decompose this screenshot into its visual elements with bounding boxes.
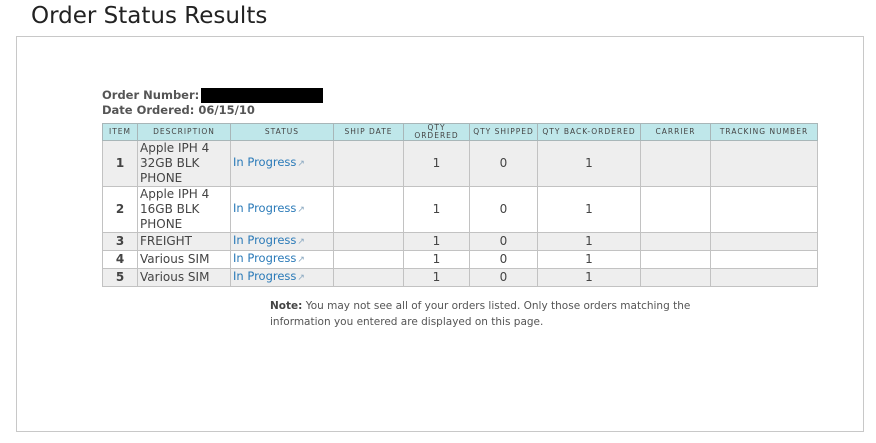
tracking-number-cell <box>710 250 818 269</box>
date-ordered-line: Date Ordered: 06/15/10 <box>102 103 323 118</box>
external-link-icon: ↗ <box>297 237 305 247</box>
description-cell: FREIGHT <box>137 232 231 251</box>
status-link-label: In Progress <box>233 233 297 247</box>
order-number-label: Order Number: <box>102 88 200 102</box>
ship-date-cell <box>333 250 404 269</box>
status-cell: In Progress↗ <box>230 232 334 251</box>
status-link-label: In Progress <box>233 155 297 169</box>
ship-date-cell <box>333 268 404 287</box>
qty-shipped-cell: 0 <box>469 232 538 251</box>
col-header-carrier: CARRIER <box>640 123 711 141</box>
status-link[interactable]: In Progress↗ <box>233 155 305 169</box>
order-meta: Order Number: Date Ordered: 06/15/10 <box>102 88 324 118</box>
external-link-icon: ↗ <box>297 255 305 265</box>
page-title: Order Status Results <box>31 3 268 29</box>
item-cell: 2 <box>102 186 138 233</box>
status-cell: In Progress↗ <box>230 268 334 287</box>
description-cell: Various SIM <box>137 268 231 287</box>
item-cell: 5 <box>102 268 138 287</box>
table-row: 3 FREIGHT In Progress↗ 1 0 1 <box>102 232 818 251</box>
item-cell: 1 <box>102 140 138 187</box>
table-row: 2 Apple IPH 4 16GB BLK PHONE In Progress… <box>102 186 818 233</box>
carrier-cell <box>640 250 711 269</box>
qty-ordered-cell: 1 <box>403 232 470 251</box>
item-cell: 4 <box>102 250 138 269</box>
table-row: 5 Various SIM In Progress↗ 1 0 1 <box>102 268 818 287</box>
ship-date-cell <box>333 140 404 187</box>
col-header-ship-date: SHIP DATE <box>333 123 404 141</box>
tracking-number-cell <box>710 140 818 187</box>
carrier-cell <box>640 268 711 287</box>
note-text: You may not see all of your orders liste… <box>270 300 691 328</box>
qty-ordered-cell: 1 <box>403 186 470 233</box>
ship-date-cell <box>333 186 404 233</box>
ship-date-cell <box>333 232 404 251</box>
external-link-icon: ↗ <box>297 273 305 283</box>
qty-shipped-cell: 0 <box>469 186 538 233</box>
carrier-cell <box>640 186 711 233</box>
description-cell: Various SIM <box>137 250 231 269</box>
results-note: Note: You may not see all of your orders… <box>270 298 710 330</box>
qty-shipped-cell: 0 <box>469 268 538 287</box>
item-cell: 3 <box>102 232 138 251</box>
date-ordered-label: Date Ordered: <box>102 103 195 117</box>
qty-ordered-cell: 1 <box>403 140 470 187</box>
order-status-table: ITEM DESCRIPTION STATUS SHIP DATE QTY OR… <box>102 123 818 287</box>
order-number-redaction <box>201 88 324 103</box>
external-link-icon: ↗ <box>297 205 305 215</box>
order-number-line: Order Number: <box>102 88 324 103</box>
col-header-tracking-number: TRACKING NUMBER <box>710 123 818 141</box>
external-link-icon: ↗ <box>297 159 305 169</box>
tracking-number-cell <box>710 186 818 233</box>
col-header-qty-shipped: QTY SHIPPED <box>469 123 538 141</box>
status-link-label: In Progress <box>233 269 297 283</box>
status-cell: In Progress↗ <box>230 250 334 269</box>
qty-ordered-cell: 1 <box>403 268 470 287</box>
qty-back-ordered-cell: 1 <box>537 250 641 269</box>
carrier-cell <box>640 140 711 187</box>
qty-back-ordered-cell: 1 <box>537 186 641 233</box>
col-header-qty-ordered: QTY ORDERED <box>403 123 470 141</box>
col-header-description: DESCRIPTION <box>137 123 231 141</box>
status-link[interactable]: In Progress↗ <box>233 251 305 265</box>
status-link-label: In Progress <box>233 201 297 215</box>
table-header-row: ITEM DESCRIPTION STATUS SHIP DATE QTY OR… <box>102 123 818 141</box>
tracking-number-cell <box>710 232 818 251</box>
col-header-item: ITEM <box>102 123 138 141</box>
status-link[interactable]: In Progress↗ <box>233 233 305 247</box>
table-row: 1 Apple IPH 4 32GB BLK PHONE In Progress… <box>102 140 818 187</box>
status-link[interactable]: In Progress↗ <box>233 201 305 215</box>
qty-back-ordered-cell: 1 <box>537 268 641 287</box>
description-cell: Apple IPH 4 16GB BLK PHONE <box>137 186 231 233</box>
status-link[interactable]: In Progress↗ <box>233 269 305 283</box>
table-row: 4 Various SIM In Progress↗ 1 0 1 <box>102 250 818 269</box>
status-cell: In Progress↗ <box>230 140 334 187</box>
qty-back-ordered-cell: 1 <box>537 140 641 187</box>
status-link-label: In Progress <box>233 251 297 265</box>
qty-ordered-cell: 1 <box>403 250 470 269</box>
description-cell: Apple IPH 4 32GB BLK PHONE <box>137 140 231 187</box>
date-ordered-value: 06/15/10 <box>198 103 255 117</box>
tracking-number-cell <box>710 268 818 287</box>
col-header-qty-back-ordered: QTY BACK-ORDERED <box>537 123 641 141</box>
status-cell: In Progress↗ <box>230 186 334 233</box>
qty-shipped-cell: 0 <box>469 140 538 187</box>
col-header-status: STATUS <box>230 123 334 141</box>
carrier-cell <box>640 232 711 251</box>
note-label: Note: <box>270 300 303 312</box>
qty-shipped-cell: 0 <box>469 250 538 269</box>
qty-back-ordered-cell: 1 <box>537 232 641 251</box>
